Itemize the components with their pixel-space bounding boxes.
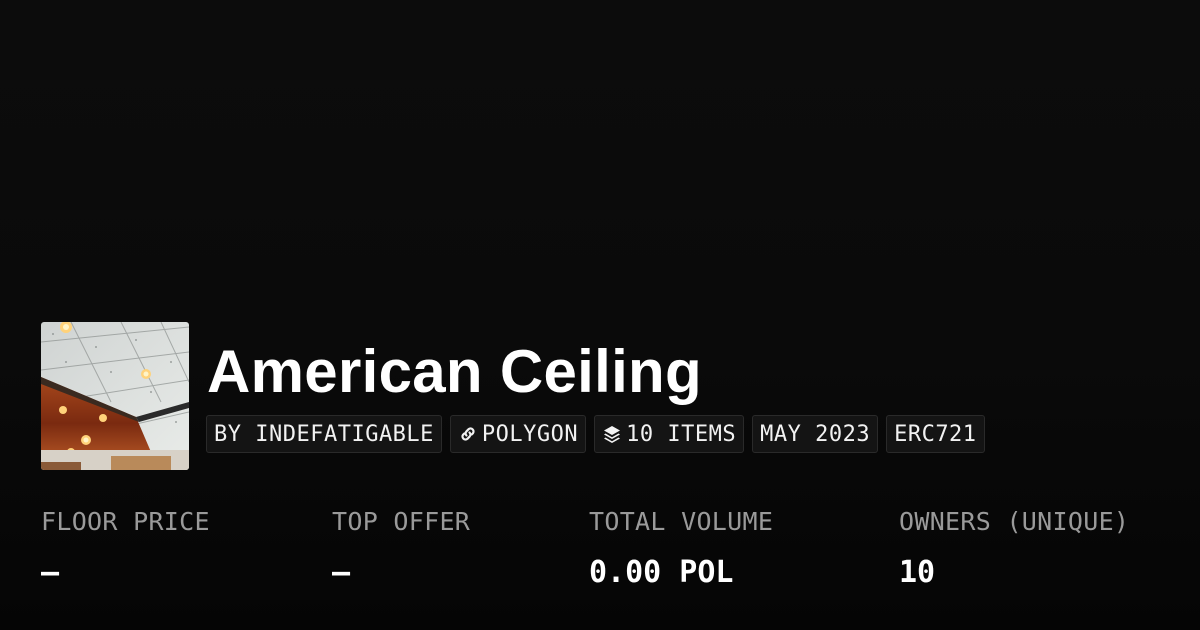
owners-stat: OWNERS (UNIQUE) 10 <box>899 505 1129 593</box>
collection-thumbnail <box>41 322 189 470</box>
layers-icon <box>602 424 622 444</box>
owners-value: 10 <box>899 555 936 590</box>
creator-pill[interactable]: BY INDEFATIGABLE <box>206 415 442 453</box>
chain-pill[interactable]: POLYGON <box>449 415 587 453</box>
items-pill[interactable]: 10 ITEMS <box>594 415 745 453</box>
ceiling-artwork-image <box>41 322 189 470</box>
standard-label: ERC721 <box>894 421 977 447</box>
collection-meta-pills: BY INDEFATIGABLE POLYGON 10 ITEMS MAY 20… <box>206 415 985 453</box>
floor-price-stat: FLOOR PRICE – <box>41 505 210 593</box>
top-offer-label: TOP OFFER <box>332 507 471 536</box>
floor-price-label: FLOOR PRICE <box>41 507 210 536</box>
items-label: 10 ITEMS <box>626 421 737 447</box>
top-offer-stat: TOP OFFER – <box>332 505 470 593</box>
floor-price-value: – <box>41 555 60 590</box>
owners-label: OWNERS (UNIQUE) <box>899 507 1130 536</box>
collection-title: American Ceiling <box>207 338 702 405</box>
total-volume-label: TOTAL VOLUME <box>589 507 774 536</box>
chain-label: POLYGON <box>481 421 579 447</box>
total-volume-value: 0.00 POL <box>589 555 734 590</box>
link-icon <box>458 424 478 444</box>
creator-label: BY INDEFATIGABLE <box>214 421 434 447</box>
standard-pill: ERC721 <box>886 415 985 453</box>
top-offer-value: – <box>332 555 351 590</box>
total-volume-stat: TOTAL VOLUME 0.00 POL <box>589 505 773 593</box>
date-label: MAY 2023 <box>760 421 871 447</box>
date-pill: MAY 2023 <box>752 415 879 453</box>
